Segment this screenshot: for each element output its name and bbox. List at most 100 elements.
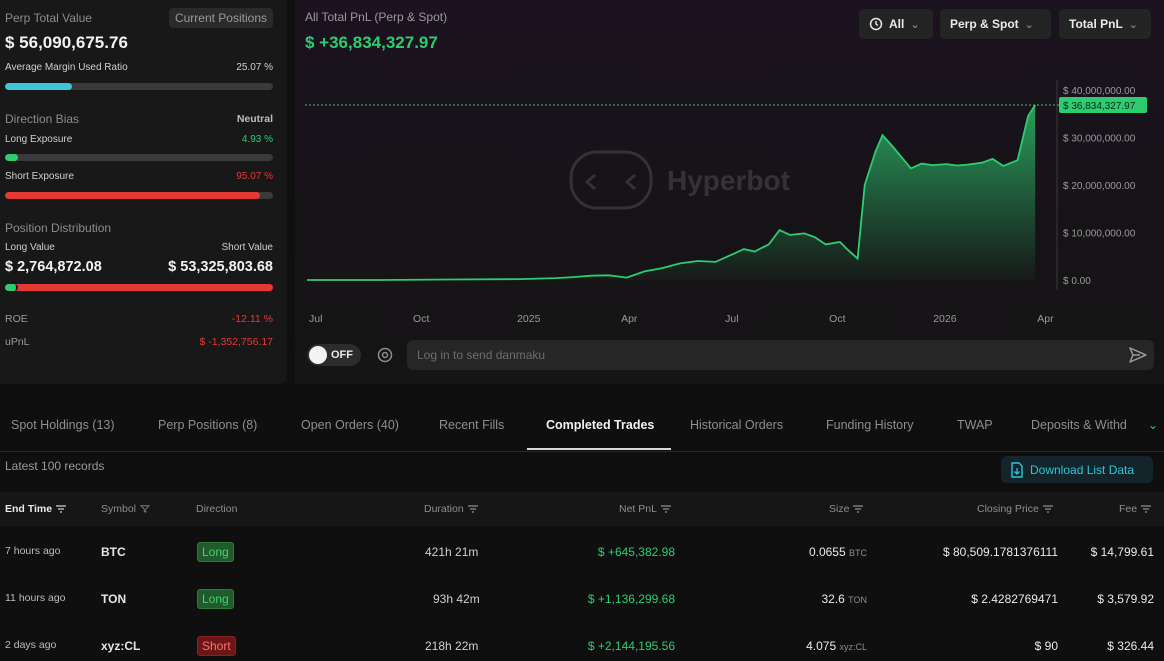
- filter-icon: [140, 505, 150, 513]
- send-icon[interactable]: [1128, 346, 1148, 364]
- direction-badge: Long: [197, 589, 234, 609]
- long-value-label: Long Value: [5, 242, 55, 253]
- y-tick-label: $ 0.00: [1063, 276, 1091, 287]
- app-root: Perp Total Value Current Positions $ 56,…: [0, 0, 1164, 661]
- long-exposure-label: Long Exposure: [5, 134, 73, 145]
- direction-bias-label: Direction Bias: [5, 112, 80, 126]
- settings-icon[interactable]: [376, 346, 394, 364]
- danmaku-input[interactable]: Log in to send danmaku: [407, 340, 1154, 370]
- row-duration: 218h 22m: [425, 639, 479, 653]
- row-size-unit: BTC: [849, 548, 867, 558]
- row-symbol[interactable]: BTC: [101, 545, 126, 559]
- tab-historical-orders[interactable]: Historical Orders: [690, 418, 783, 432]
- tab-twap[interactable]: TWAP: [957, 418, 993, 432]
- short-value-label: Short Value: [221, 242, 273, 253]
- long-exposure-value: 4.93 %: [241, 134, 273, 145]
- current-positions-button[interactable]: Current Positions: [168, 8, 273, 28]
- y-tick-label: $ 30,000,000.00: [1063, 134, 1136, 145]
- upnl-label: uPnL: [5, 336, 30, 348]
- pnl-chart-panel: All Total PnL (Perp & Spot) $ +36,834,32…: [295, 0, 1164, 384]
- roe-value: -12.11 %: [231, 313, 273, 325]
- header-closing-price-label: Closing Price: [977, 503, 1039, 515]
- tab-completed-trades[interactable]: Completed Trades: [546, 418, 654, 432]
- long-exposure-fill: [5, 154, 19, 161]
- tab-recent-fills[interactable]: Recent Fills: [439, 418, 504, 432]
- download-list-button[interactable]: Download List Data: [1001, 456, 1153, 483]
- pnl-area-chart[interactable]: Hyperbot $ 40,000,000.00 $ 30,000,000.00 $…: [295, 0, 1164, 335]
- sort-icon: [660, 505, 671, 513]
- danmaku-toggle-label: OFF: [331, 349, 353, 361]
- header-closing-price[interactable]: Closing Price: [977, 503, 1053, 515]
- row-fee: $ 3,579.92: [1097, 592, 1154, 606]
- download-list-label: Download List Data: [1030, 462, 1135, 477]
- header-net-pnl-label: Net PnL: [619, 503, 657, 515]
- long-exposure-bar: [5, 154, 273, 161]
- position-distribution-label: Position Distribution: [5, 221, 112, 235]
- header-size-label: Size: [829, 503, 850, 515]
- trades-table-header: End Time Symbol Direction Duration Net P…: [0, 492, 1164, 526]
- sort-icon: [1042, 505, 1053, 513]
- margin-ratio-value: 25.07 %: [236, 62, 273, 73]
- row-size: 4.075 xyz:CL: [806, 639, 867, 653]
- long-value: $ 2,764,872.08: [5, 259, 102, 275]
- perp-total-value: $ 56,090,675.76: [5, 33, 128, 52]
- row-size-value: 32.6: [821, 592, 845, 606]
- row-symbol[interactable]: xyz:CL: [101, 639, 140, 653]
- direction-bias-value: Neutral: [236, 113, 273, 125]
- active-tab-indicator: [527, 448, 671, 450]
- header-fee-label: Fee: [1119, 503, 1138, 515]
- header-duration-label: Duration: [424, 503, 464, 515]
- header-size[interactable]: Size: [829, 503, 864, 515]
- trade-tabs: Spot Holdings (13) Perp Positions (8) Op…: [0, 400, 1164, 452]
- y-tick-label: $ 40,000,000.00: [1063, 86, 1136, 97]
- direction-badge: Long: [197, 542, 234, 562]
- row-size-value: 0.0655: [808, 545, 846, 559]
- tab-funding-history[interactable]: Funding History: [826, 418, 914, 432]
- header-end-time[interactable]: End Time: [5, 503, 67, 515]
- row-size-unit: xyz:CL: [839, 642, 867, 652]
- x-tick-label: 2026: [933, 313, 957, 325]
- x-tick-label: Apr: [621, 313, 638, 325]
- row-net-pnl: $ +645,382.98: [597, 545, 675, 559]
- header-duration[interactable]: Duration: [424, 503, 478, 515]
- header-fee[interactable]: Fee: [1119, 503, 1152, 515]
- short-value: $ 53,325,803.68: [168, 259, 273, 275]
- table-row[interactable]: 2 days ago xyz:CL Short 218h 22m $ +2,14…: [0, 624, 1164, 661]
- margin-ratio-label: Average Margin Used Ratio: [5, 62, 128, 73]
- chevron-down-icon[interactable]: ⌄: [1148, 418, 1158, 432]
- tab-open-orders[interactable]: Open Orders (40): [301, 418, 399, 432]
- row-fee: $ 14,799.61: [1090, 545, 1154, 559]
- short-exposure-value: 95.07 %: [236, 171, 273, 182]
- x-tick-label: Oct: [829, 313, 845, 325]
- tab-spot-holdings[interactable]: Spot Holdings (13): [11, 418, 115, 432]
- margin-ratio-bar: [5, 83, 273, 90]
- tab-deposits-withdrawals[interactable]: Deposits & Withd: [1031, 418, 1127, 432]
- current-value-tag: $ 36,834,327.97: [1059, 97, 1147, 114]
- row-end-time: 2 days ago: [5, 639, 57, 651]
- row-size-unit: TON: [848, 595, 867, 605]
- header-direction: Direction: [196, 503, 238, 515]
- row-symbol[interactable]: TON: [101, 592, 126, 606]
- x-tick-label: Apr: [1037, 313, 1054, 325]
- sort-icon: [1141, 505, 1152, 513]
- x-tick-label: 2025: [517, 313, 541, 325]
- header-symbol[interactable]: Symbol: [101, 503, 150, 515]
- table-row[interactable]: 7 hours ago BTC Long 421h 21m $ +645,382…: [0, 530, 1164, 577]
- danmaku-toggle[interactable]: OFF: [307, 344, 361, 366]
- roe-label: ROE: [5, 313, 28, 325]
- row-size: 0.0655 BTC: [809, 545, 867, 559]
- row-end-time: 11 hours ago: [5, 592, 66, 604]
- row-closing-price: $ 80,509.1781376111: [942, 545, 1058, 559]
- header-net-pnl[interactable]: Net PnL: [619, 503, 671, 515]
- x-tick-label: Jul: [309, 313, 322, 325]
- portfolio-summary-panel: Perp Total Value Current Positions $ 56,…: [0, 0, 287, 384]
- download-file-icon: [1011, 461, 1023, 478]
- tab-perp-positions[interactable]: Perp Positions (8): [158, 418, 257, 432]
- table-row[interactable]: 11 hours ago TON Long 93h 42m $ +1,136,2…: [0, 577, 1164, 624]
- perp-total-label: Perp Total Value: [5, 11, 92, 25]
- danmaku-placeholder: Log in to send danmaku: [417, 348, 546, 362]
- row-fee: $ 326.44: [1107, 639, 1154, 653]
- header-end-time-label: End Time: [5, 503, 53, 515]
- records-count-label: Latest 100 records: [5, 459, 105, 473]
- row-duration: 421h 21m: [425, 545, 479, 559]
